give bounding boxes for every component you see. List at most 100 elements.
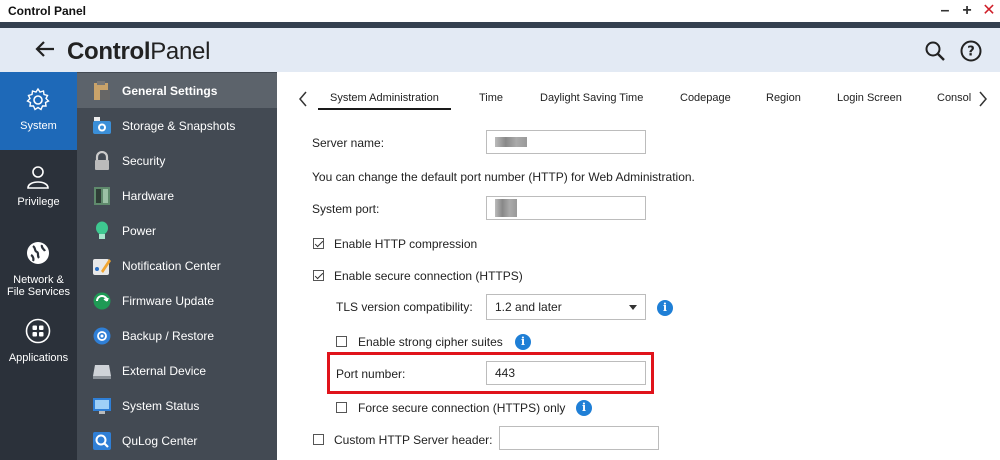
help-icon[interactable]: ? — [960, 40, 982, 62]
app-header: ControlPanel ? — [0, 22, 1000, 72]
lock-icon — [92, 150, 112, 171]
custom-header-input[interactable] — [499, 426, 659, 450]
tls-version-label: TLS version compatibility: — [336, 300, 473, 314]
sidebar-item-label: Storage & Snapshots — [122, 118, 236, 133]
rail-label-system: System — [20, 120, 57, 132]
sidebar-item-notification-center[interactable]: Notification Center — [77, 248, 277, 283]
strong-cipher-label: Enable strong cipher suites — [358, 335, 503, 349]
sidebar-item-label: QuLog Center — [122, 433, 198, 448]
firmware-update-icon — [92, 291, 112, 311]
custom-header-label: Custom HTTP Server header: — [334, 433, 493, 447]
strong-cipher-checkbox[interactable] — [336, 336, 347, 347]
window-titlebar: Control Panel – + ✕ — [0, 0, 1000, 22]
app-title: ControlPanel — [67, 38, 210, 66]
qulog-icon — [92, 431, 112, 451]
backup-icon — [92, 326, 112, 346]
sidebar-item-hardware[interactable]: Hardware — [77, 178, 277, 213]
sidebar-item-backup-restore[interactable]: Backup / Restore — [77, 318, 277, 353]
https-checkbox[interactable] — [313, 270, 324, 281]
sidebar-item-label: External Device — [122, 363, 207, 378]
server-name-input[interactable] — [486, 130, 646, 154]
tab-region[interactable]: Region — [766, 92, 801, 104]
tab-login-screen[interactable]: Login Screen — [837, 92, 902, 104]
tab-console[interactable]: Consol — [937, 92, 979, 104]
gear-icon — [26, 87, 50, 111]
clipboard-icon — [92, 80, 112, 101]
server-name-value-redacted — [495, 137, 527, 147]
hardware-icon — [92, 186, 112, 206]
sidebar-item-label: Power — [122, 223, 157, 238]
tab-codepage[interactable]: Codepage — [680, 92, 731, 104]
app-title-part2: Panel — [150, 38, 211, 65]
user-icon — [27, 166, 49, 189]
chevron-left-icon[interactable] — [297, 90, 309, 108]
sidebar-item-firmware-update[interactable]: Firmware Update — [77, 283, 277, 318]
power-bulb-icon — [92, 221, 112, 241]
tls-version-value: 1.2 and later — [495, 300, 562, 314]
tls-info-icon[interactable]: i — [657, 300, 673, 316]
sidebar-item-power[interactable]: Power — [77, 213, 277, 248]
sidebar-item-system-status[interactable]: System Status — [77, 388, 277, 423]
sidebar-item-label: Hardware — [122, 188, 175, 203]
rail-label-applications: Applications — [8, 352, 69, 364]
force-https-label: Force secure connection (HTTPS) only — [358, 401, 566, 415]
sidebar-item-label: Backup / Restore — [122, 328, 215, 343]
custom-header-checkbox[interactable] — [313, 434, 324, 445]
svg-text:?: ? — [967, 45, 975, 60]
port-note-text: You can change the default port number (… — [312, 170, 695, 184]
sidebar-item-external-device[interactable]: External Device — [77, 353, 277, 388]
rail-label-network-line1: Network & — [13, 274, 64, 286]
strong-cipher-info-icon[interactable]: i — [515, 334, 531, 350]
sidebar-item-general-settings[interactable]: General Settings — [77, 73, 277, 108]
window-controls: – + ✕ — [938, 0, 996, 22]
sidebar-item-qulog-center[interactable]: QuLog Center — [77, 423, 277, 458]
close-icon[interactable]: ✕ — [982, 3, 996, 19]
storage-icon — [92, 116, 112, 136]
https-label: Enable secure connection (HTTPS) — [334, 269, 523, 283]
rail-item-system[interactable]: System — [0, 72, 77, 150]
back-arrow-icon[interactable] — [34, 38, 56, 60]
system-port-value-redacted — [495, 199, 517, 217]
system-port-input[interactable] — [486, 196, 646, 220]
rail-item-applications[interactable]: Applications — [0, 308, 77, 386]
settings-sidebar: General Settings Storage & Snapshots Sec… — [77, 72, 277, 460]
force-https-info-icon[interactable]: i — [576, 400, 592, 416]
chevron-down-icon — [629, 305, 637, 310]
force-https-checkbox[interactable] — [336, 402, 347, 413]
sidebar-item-security[interactable]: Security — [77, 143, 277, 178]
maximize-icon[interactable]: + — [960, 3, 974, 19]
rail-label-privilege: Privilege — [17, 196, 60, 208]
apps-grid-icon — [25, 318, 51, 344]
http-compression-label: Enable HTTP compression — [334, 237, 478, 251]
window-title: Control Panel — [8, 4, 87, 18]
rail-item-privilege[interactable]: Privilege — [0, 152, 77, 230]
sidebar-item-label: Notification Center — [122, 258, 221, 273]
port-number-input[interactable]: 443 — [486, 361, 646, 385]
settings-tabs: System Administration Time Daylight Savi… — [277, 72, 1000, 112]
system-administration-panel: Server name: You can change the default … — [277, 112, 1000, 460]
server-name-label: Server name: — [312, 136, 385, 150]
app-title-part1: Control — [67, 38, 151, 65]
sidebar-item-label: Firmware Update — [122, 293, 215, 308]
tab-time[interactable]: Time — [479, 92, 503, 104]
chevron-right-icon[interactable] — [977, 90, 989, 108]
system-port-label: System port: — [312, 202, 380, 216]
sidebar-item-storage-snapshots[interactable]: Storage & Snapshots — [77, 108, 277, 143]
monitor-icon — [92, 396, 112, 416]
globe-icon — [27, 242, 49, 264]
tab-system-administration[interactable]: System Administration — [318, 92, 451, 110]
sidebar-item-label: Security — [122, 153, 166, 168]
tls-version-select[interactable]: 1.2 and later — [486, 294, 646, 320]
sidebar-item-label: General Settings — [122, 83, 218, 98]
category-rail: System Privilege Network & File Services… — [0, 72, 77, 460]
external-device-icon — [92, 361, 112, 381]
port-number-label: Port number: — [336, 367, 406, 381]
notification-icon — [92, 256, 112, 276]
sidebar-item-label: System Status — [122, 398, 200, 413]
search-icon[interactable] — [924, 40, 946, 62]
minimize-icon[interactable]: – — [938, 3, 952, 19]
tab-daylight-saving-time[interactable]: Daylight Saving Time — [540, 92, 643, 104]
http-compression-checkbox[interactable] — [313, 238, 324, 249]
rail-item-network[interactable]: Network & File Services — [0, 230, 77, 308]
rail-label-network-line2: File Services — [7, 286, 70, 298]
